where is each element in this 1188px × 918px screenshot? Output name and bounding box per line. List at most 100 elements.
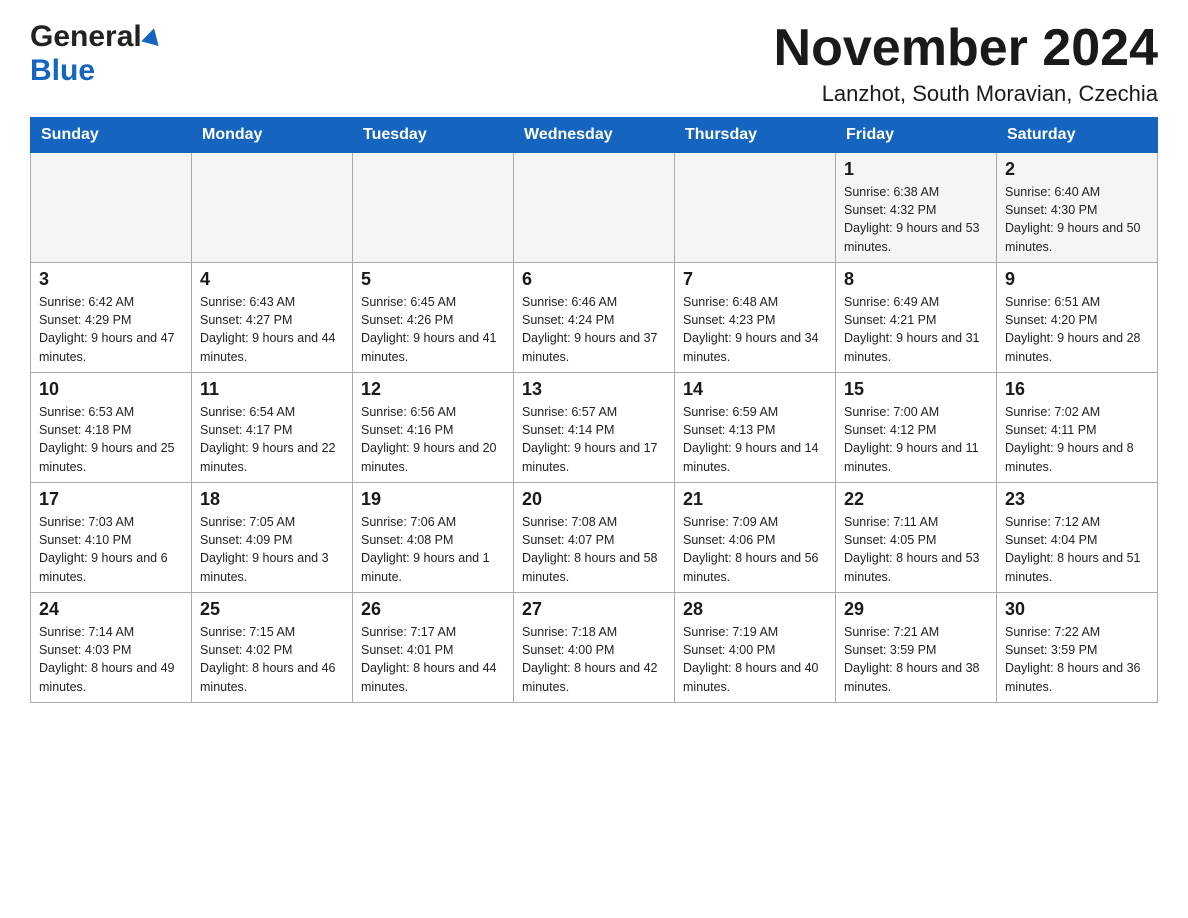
day-info: Sunrise: 6:54 AM Sunset: 4:17 PM Dayligh… bbox=[200, 405, 336, 473]
day-info: Sunrise: 7:18 AM Sunset: 4:00 PM Dayligh… bbox=[522, 625, 658, 693]
day-number: 25 bbox=[200, 599, 344, 620]
calendar-cell: 6Sunrise: 6:46 AM Sunset: 4:24 PM Daylig… bbox=[514, 263, 675, 373]
day-info: Sunrise: 7:03 AM Sunset: 4:10 PM Dayligh… bbox=[39, 515, 168, 583]
calendar-cell bbox=[192, 153, 353, 263]
weekday-header-friday: Friday bbox=[836, 118, 997, 153]
calendar-cell: 27 Sunrise: 7:18 AM Sunset: 4:00 PM Dayli… bbox=[514, 593, 675, 703]
logo-blue-part: Blue bbox=[30, 54, 95, 88]
day-info: Sunrise: 7:02 AM Sunset: 4:11 PM Dayligh… bbox=[1005, 405, 1134, 473]
day-number: 27 bbox=[522, 599, 666, 620]
calendar-cell bbox=[31, 153, 192, 263]
day-info: Sunrise: 6:51 AM Sunset: 4:20 PM Dayligh… bbox=[1005, 295, 1141, 363]
day-info: Sunrise: 7:00 AM Sunset: 4:12 PM Dayligh… bbox=[844, 405, 979, 473]
day-number: 11 bbox=[200, 379, 344, 400]
day-number: 19 bbox=[361, 489, 505, 510]
day-number: 18 bbox=[200, 489, 344, 510]
weekday-header-thursday: Thursday bbox=[675, 118, 836, 153]
day-number: 8 bbox=[844, 269, 988, 290]
day-number: 7 bbox=[683, 269, 827, 290]
day-info: Sunrise: 6:53 AM Sunset: 4:18 PM Dayligh… bbox=[39, 405, 175, 473]
day-number: 9 bbox=[1005, 269, 1149, 290]
day-info: Sunrise: 7:15 AM Sunset: 4:02 PM Dayligh… bbox=[200, 625, 336, 693]
calendar-header-row: SundayMondayTuesdayWednesdayThursdayFrid… bbox=[31, 118, 1158, 153]
logo-general-text: General bbox=[30, 20, 142, 54]
day-number: 20 bbox=[522, 489, 666, 510]
calendar-cell: 17 Sunrise: 7:03 AM Sunset: 4:10 PM Dayli… bbox=[31, 483, 192, 593]
weekday-header-saturday: Saturday bbox=[997, 118, 1158, 153]
calendar-cell: 26 Sunrise: 7:17 AM Sunset: 4:01 PM Dayli… bbox=[353, 593, 514, 703]
logo: General bbox=[30, 20, 161, 54]
calendar-cell bbox=[514, 153, 675, 263]
day-info: Sunrise: 6:49 AM Sunset: 4:21 PM Dayligh… bbox=[844, 295, 980, 363]
day-info: Sunrise: 6:59 AM Sunset: 4:13 PM Dayligh… bbox=[683, 405, 819, 473]
day-info: Sunrise: 7:14 AM Sunset: 4:03 PM Dayligh… bbox=[39, 625, 175, 693]
day-info: Sunrise: 6:45 AM Sunset: 4:26 PM Dayligh… bbox=[361, 295, 497, 363]
day-info: Sunrise: 7:17 AM Sunset: 4:01 PM Dayligh… bbox=[361, 625, 497, 693]
calendar-cell: 5 Sunrise: 6:45 AM Sunset: 4:26 PM Daylig… bbox=[353, 263, 514, 373]
logo-triangle-icon bbox=[141, 26, 163, 46]
calendar-cell bbox=[353, 153, 514, 263]
calendar-cell: 30Sunrise: 7:22 AM Sunset: 3:59 PM Dayli… bbox=[997, 593, 1158, 703]
day-info: Sunrise: 7:22 AM Sunset: 3:59 PM Dayligh… bbox=[1005, 625, 1141, 693]
day-number: 24 bbox=[39, 599, 183, 620]
day-number: 10 bbox=[39, 379, 183, 400]
day-number: 1 bbox=[844, 159, 988, 180]
calendar-cell: 22 Sunrise: 7:11 AM Sunset: 4:05 PM Dayli… bbox=[836, 483, 997, 593]
day-number: 15 bbox=[844, 379, 988, 400]
calendar-cell: 11 Sunrise: 6:54 AM Sunset: 4:17 PM Dayli… bbox=[192, 373, 353, 483]
title-area: November 2024 Lanzhot, South Moravian, C… bbox=[774, 20, 1158, 107]
calendar-week-1: 1Sunrise: 6:38 AM Sunset: 4:32 PM Daylig… bbox=[31, 153, 1158, 263]
day-info: Sunrise: 6:40 AM Sunset: 4:30 PM Dayligh… bbox=[1005, 185, 1141, 253]
day-info: Sunrise: 7:05 AM Sunset: 4:09 PM Dayligh… bbox=[200, 515, 329, 583]
calendar-cell: 20 Sunrise: 7:08 AM Sunset: 4:07 PM Dayli… bbox=[514, 483, 675, 593]
day-number: 3 bbox=[39, 269, 183, 290]
calendar-cell: 8 Sunrise: 6:49 AM Sunset: 4:21 PM Daylig… bbox=[836, 263, 997, 373]
calendar-cell: 18 Sunrise: 7:05 AM Sunset: 4:09 PM Dayli… bbox=[192, 483, 353, 593]
calendar-cell bbox=[675, 153, 836, 263]
day-info: Sunrise: 7:12 AM Sunset: 4:04 PM Dayligh… bbox=[1005, 515, 1141, 583]
calendar-cell: 29Sunrise: 7:21 AM Sunset: 3:59 PM Dayli… bbox=[836, 593, 997, 703]
day-number: 14 bbox=[683, 379, 827, 400]
calendar-cell: 14 Sunrise: 6:59 AM Sunset: 4:13 PM Dayli… bbox=[675, 373, 836, 483]
calendar-cell: 28 Sunrise: 7:19 AM Sunset: 4:00 PM Dayli… bbox=[675, 593, 836, 703]
day-info: Sunrise: 7:11 AM Sunset: 4:05 PM Dayligh… bbox=[844, 515, 980, 583]
day-number: 16 bbox=[1005, 379, 1149, 400]
calendar-cell: 1Sunrise: 6:38 AM Sunset: 4:32 PM Daylig… bbox=[836, 153, 997, 263]
logo-blue-text: Blue bbox=[30, 54, 95, 88]
day-number: 29 bbox=[844, 599, 988, 620]
calendar-week-4: 17 Sunrise: 7:03 AM Sunset: 4:10 PM Dayli… bbox=[31, 483, 1158, 593]
day-info: Sunrise: 6:43 AM Sunset: 4:27 PM Dayligh… bbox=[200, 295, 336, 363]
day-number: 17 bbox=[39, 489, 183, 510]
weekday-header-monday: Monday bbox=[192, 118, 353, 153]
day-info: Sunrise: 7:08 AM Sunset: 4:07 PM Dayligh… bbox=[522, 515, 658, 583]
page-header: General Blue November 2024 Lanzhot, Sout… bbox=[30, 20, 1158, 107]
day-info: Sunrise: 6:48 AM Sunset: 4:23 PM Dayligh… bbox=[683, 295, 819, 363]
day-info: Sunrise: 7:09 AM Sunset: 4:06 PM Dayligh… bbox=[683, 515, 819, 583]
day-info: Sunrise: 7:19 AM Sunset: 4:00 PM Dayligh… bbox=[683, 625, 819, 693]
day-info: Sunrise: 7:06 AM Sunset: 4:08 PM Dayligh… bbox=[361, 515, 490, 583]
calendar-cell: 10 Sunrise: 6:53 AM Sunset: 4:18 PM Dayli… bbox=[31, 373, 192, 483]
day-number: 13 bbox=[522, 379, 666, 400]
day-info: Sunrise: 6:42 AM Sunset: 4:29 PM Dayligh… bbox=[39, 295, 175, 363]
day-number: 4 bbox=[200, 269, 344, 290]
day-number: 28 bbox=[683, 599, 827, 620]
day-info: Sunrise: 6:46 AM Sunset: 4:24 PM Dayligh… bbox=[522, 295, 658, 363]
calendar-cell: 15 Sunrise: 7:00 AM Sunset: 4:12 PM Dayli… bbox=[836, 373, 997, 483]
day-number: 5 bbox=[361, 269, 505, 290]
day-number: 22 bbox=[844, 489, 988, 510]
month-title: November 2024 bbox=[774, 20, 1158, 77]
day-info: Sunrise: 6:57 AM Sunset: 4:14 PM Dayligh… bbox=[522, 405, 658, 473]
location-title: Lanzhot, South Moravian, Czechia bbox=[774, 81, 1158, 107]
calendar-cell: 19 Sunrise: 7:06 AM Sunset: 4:08 PM Dayli… bbox=[353, 483, 514, 593]
calendar-table: SundayMondayTuesdayWednesdayThursdayFrid… bbox=[30, 117, 1158, 703]
calendar-cell: 4 Sunrise: 6:43 AM Sunset: 4:27 PM Daylig… bbox=[192, 263, 353, 373]
calendar-cell: 3 Sunrise: 6:42 AM Sunset: 4:29 PM Daylig… bbox=[31, 263, 192, 373]
calendar-cell: 23Sunrise: 7:12 AM Sunset: 4:04 PM Dayli… bbox=[997, 483, 1158, 593]
day-number: 12 bbox=[361, 379, 505, 400]
logo-area: General Blue bbox=[30, 20, 161, 88]
day-number: 26 bbox=[361, 599, 505, 620]
day-number: 2 bbox=[1005, 159, 1149, 180]
calendar-week-2: 3 Sunrise: 6:42 AM Sunset: 4:29 PM Daylig… bbox=[31, 263, 1158, 373]
calendar-cell: 2 Sunrise: 6:40 AM Sunset: 4:30 PM Daylig… bbox=[997, 153, 1158, 263]
calendar-week-5: 24 Sunrise: 7:14 AM Sunset: 4:03 PM Dayli… bbox=[31, 593, 1158, 703]
